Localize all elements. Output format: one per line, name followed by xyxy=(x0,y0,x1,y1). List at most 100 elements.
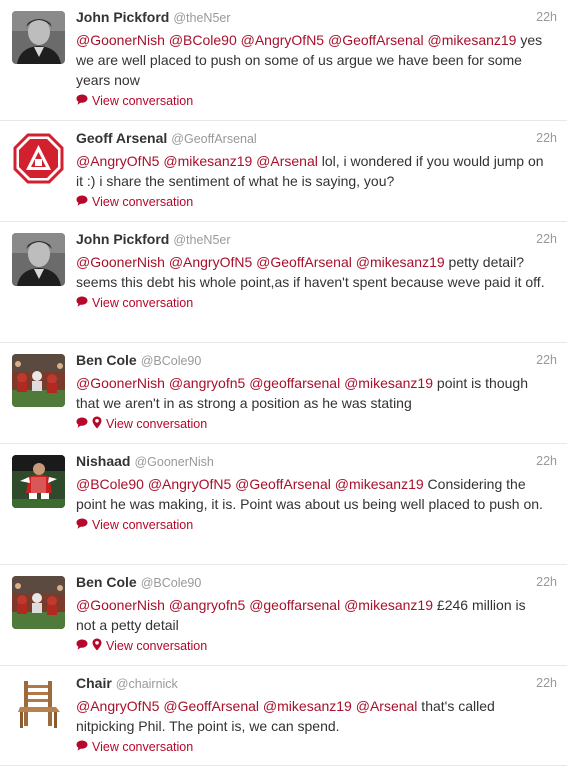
timestamp[interactable]: 22h xyxy=(536,676,557,690)
mention-link[interactable]: @mikesanz19 xyxy=(263,698,352,714)
tweet-header: Chair @chairnick 22h xyxy=(76,675,557,695)
mention-link[interactable]: @BCole90 xyxy=(169,32,237,48)
avatar[interactable] xyxy=(12,132,65,185)
view-conversation-label[interactable]: View conversation xyxy=(106,417,207,431)
view-conversation-link[interactable]: View conversation xyxy=(76,516,557,534)
author-handle[interactable]: @theN5er xyxy=(173,11,230,25)
author-handle[interactable]: @GoonerNish xyxy=(134,455,213,469)
author-handle[interactable]: @BCole90 xyxy=(141,576,202,590)
tweet[interactable]: Nishaad @GoonerNish 22h @BCole90 @AngryOfN5… xyxy=(0,444,567,565)
mention-link[interactable]: @mikesanz19 xyxy=(428,32,517,48)
mention-link[interactable]: @mikesanz19 xyxy=(163,153,252,169)
view-conversation-label[interactable]: View conversation xyxy=(92,94,193,108)
mention-link[interactable]: @AngryOfN5 xyxy=(148,476,231,492)
mention-link[interactable]: @Arsenal xyxy=(256,153,318,169)
tweet-header: Geoff Arsenal @GeoffArsenal 22h xyxy=(76,130,557,150)
view-conversation-label[interactable]: View conversation xyxy=(92,518,193,532)
mention-link[interactable]: @mikesanz19 xyxy=(344,375,433,391)
tweet-text: @GoonerNish @AngryOfN5 @GeoffArsenal @mi… xyxy=(76,252,557,292)
author-name[interactable]: John Pickford xyxy=(76,9,169,25)
conversation-icon xyxy=(76,518,88,532)
tweet-header: Ben Cole @BCole90 22h xyxy=(76,352,557,372)
conversation-icon xyxy=(76,296,88,310)
author-name[interactable]: Ben Cole xyxy=(76,352,137,368)
mention-link[interactable]: @Arsenal xyxy=(356,698,418,714)
view-conversation-link[interactable]: View conversation xyxy=(76,415,557,433)
mention-link[interactable]: @geoffarsenal xyxy=(249,597,340,613)
avatar[interactable] xyxy=(12,677,65,730)
conversation-icon xyxy=(76,94,88,108)
mention-link[interactable]: @GoonerNish xyxy=(76,597,165,613)
mention-link[interactable]: @AngryOfN5 xyxy=(76,698,159,714)
mention-link[interactable]: @GeoffArsenal xyxy=(235,476,331,492)
author-name[interactable]: Geoff Arsenal xyxy=(76,130,167,146)
tweet[interactable]: John Pickford @theN5er 22h @GoonerNish @Ang… xyxy=(0,222,567,343)
mention-link[interactable]: @mikesanz19 xyxy=(335,476,424,492)
tweet-timeline: John Pickford @theN5er 22h @GoonerNish @BCo… xyxy=(0,0,567,766)
mention-link[interactable]: @GeoffArsenal xyxy=(163,698,259,714)
tweet[interactable]: Ben Cole @BCole90 22h @GoonerNish @angryofn… xyxy=(0,565,567,666)
timestamp[interactable]: 22h xyxy=(536,232,557,246)
tweet-header: John Pickford @theN5er 22h xyxy=(76,231,557,251)
tweet-text: @GoonerNish @angryofn5 @geoffarsenal @mi… xyxy=(76,595,557,635)
view-conversation-label[interactable]: View conversation xyxy=(92,195,193,209)
avatar[interactable] xyxy=(12,576,65,629)
view-conversation-link[interactable]: View conversation xyxy=(76,738,557,756)
mention-link[interactable]: @GeoffArsenal xyxy=(256,254,352,270)
tweet-header: Ben Cole @BCole90 22h xyxy=(76,574,557,594)
tweet[interactable]: Chair @chairnick 22h @AngryOfN5 @GeoffArsen… xyxy=(0,666,567,766)
avatar[interactable] xyxy=(12,455,65,508)
timestamp[interactable]: 22h xyxy=(536,131,557,145)
view-conversation-link[interactable]: View conversation xyxy=(76,294,557,312)
timestamp[interactable]: 22h xyxy=(536,575,557,589)
author-name[interactable]: John Pickford xyxy=(76,231,169,247)
conversation-icon xyxy=(76,195,88,209)
view-conversation-label[interactable]: View conversation xyxy=(106,639,207,653)
avatar[interactable] xyxy=(12,233,65,286)
mention-link[interactable]: @mikesanz19 xyxy=(344,597,433,613)
tweet[interactable]: Geoff Arsenal @GeoffArsenal 22h @AngryOfN5 … xyxy=(0,121,567,222)
mention-link[interactable]: @AngryOfN5 xyxy=(76,153,159,169)
conversation-icon xyxy=(76,417,88,431)
tweet-text: @BCole90 @AngryOfN5 @GeoffArsenal @mikes… xyxy=(76,474,557,514)
mention-link[interactable]: @BCole90 xyxy=(76,476,144,492)
view-conversation-link[interactable]: View conversation xyxy=(76,92,557,110)
author-handle[interactable]: @theN5er xyxy=(173,233,230,247)
author-handle[interactable]: @BCole90 xyxy=(141,354,202,368)
mention-link[interactable]: @mikesanz19 xyxy=(356,254,445,270)
avatar[interactable] xyxy=(12,11,65,64)
tweet-header: Nishaad @GoonerNish 22h xyxy=(76,453,557,473)
mention-link[interactable]: @angryofn5 xyxy=(169,375,245,391)
conversation-icon xyxy=(76,639,88,653)
timestamp[interactable]: 22h xyxy=(536,353,557,367)
author-handle[interactable]: @GeoffArsenal xyxy=(171,132,256,146)
timestamp[interactable]: 22h xyxy=(536,10,557,24)
author-name[interactable]: Nishaad xyxy=(76,453,130,469)
view-conversation-label[interactable]: View conversation xyxy=(92,740,193,754)
timestamp[interactable]: 22h xyxy=(536,454,557,468)
tweet-header: John Pickford @theN5er 22h xyxy=(76,9,557,29)
location-pin-icon xyxy=(92,416,102,432)
mention-link[interactable]: @GoonerNish xyxy=(76,254,165,270)
view-conversation-link[interactable]: View conversation xyxy=(76,637,557,655)
mention-link[interactable]: @geoffarsenal xyxy=(249,375,340,391)
conversation-icon xyxy=(76,740,88,754)
mention-link[interactable]: @GoonerNish xyxy=(76,375,165,391)
mention-link[interactable]: @AngryOfN5 xyxy=(241,32,324,48)
tweet-text: @GoonerNish @BCole90 @AngryOfN5 @GeoffAr… xyxy=(76,30,557,90)
tweet[interactable]: Ben Cole @BCole90 22h @GoonerNish @angryofn… xyxy=(0,343,567,444)
author-name[interactable]: Ben Cole xyxy=(76,574,137,590)
avatar[interactable] xyxy=(12,354,65,407)
mention-link[interactable]: @AngryOfN5 xyxy=(169,254,252,270)
mention-link[interactable]: @GeoffArsenal xyxy=(328,32,424,48)
author-handle[interactable]: @chairnick xyxy=(116,677,178,691)
tweet-text: @AngryOfN5 @mikesanz19 @Arsenal lol, i w… xyxy=(76,151,557,191)
author-name[interactable]: Chair xyxy=(76,675,112,691)
tweet-text: @GoonerNish @angryofn5 @geoffarsenal @mi… xyxy=(76,373,557,413)
location-pin-icon xyxy=(92,638,102,654)
view-conversation-label[interactable]: View conversation xyxy=(92,296,193,310)
tweet[interactable]: John Pickford @theN5er 22h @GoonerNish @BCo… xyxy=(0,0,567,121)
mention-link[interactable]: @GoonerNish xyxy=(76,32,165,48)
view-conversation-link[interactable]: View conversation xyxy=(76,193,557,211)
mention-link[interactable]: @angryofn5 xyxy=(169,597,245,613)
